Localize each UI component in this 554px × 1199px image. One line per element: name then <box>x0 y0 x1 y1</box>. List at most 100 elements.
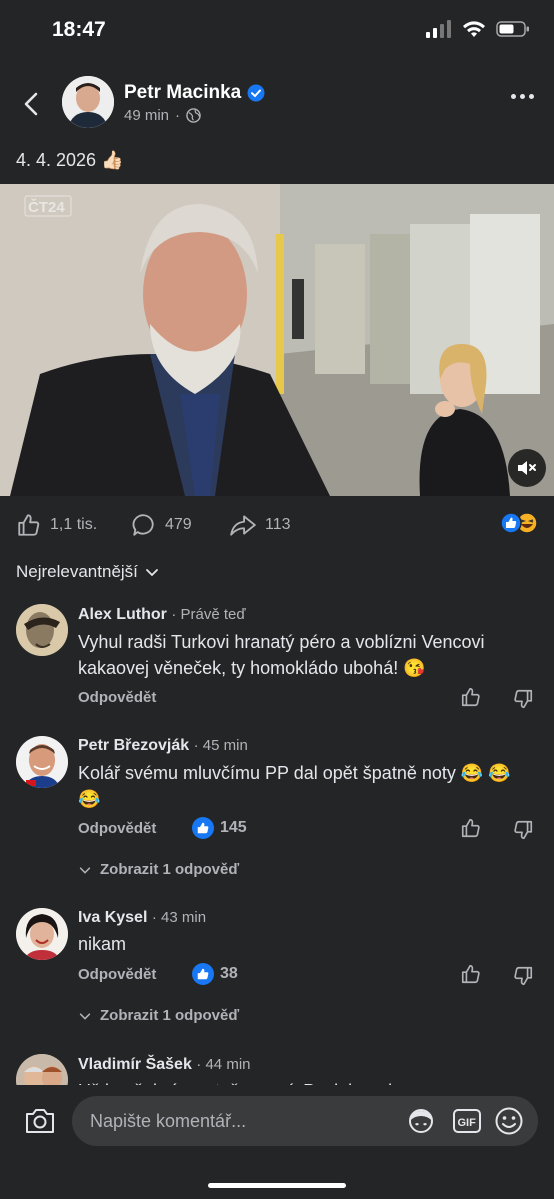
back-button[interactable] <box>18 90 46 118</box>
chevron-left-icon <box>24 92 38 116</box>
commenter-name[interactable]: Vladimír Šašek <box>78 1056 192 1073</box>
wifi-icon <box>463 21 485 37</box>
comment-avatar[interactable] <box>16 908 68 960</box>
commenter-name[interactable]: Iva Kysel <box>78 909 147 926</box>
more-options-button[interactable] <box>511 94 534 99</box>
comment-avatar[interactable] <box>16 736 68 788</box>
comment-like-button[interactable] <box>460 963 482 990</box>
like-button[interactable]: 1,1 tis. <box>16 512 97 538</box>
comment-time-dot: · <box>171 606 181 623</box>
avatar-sticker-button[interactable] <box>406 1107 436 1140</box>
comment-like-count: 38 <box>220 965 238 982</box>
comment-header: Vladimír Šašek · 44 min <box>78 1056 251 1074</box>
comment-text: Kolář svému mluvčímu PP dal opět špatně … <box>78 763 511 809</box>
post-video[interactable]: ČT24 <box>0 184 554 496</box>
author-avatar[interactable] <box>62 76 114 128</box>
thumbs-up-icon <box>18 514 40 536</box>
home-indicator <box>208 1183 346 1188</box>
share-icon <box>230 515 256 536</box>
show-replies-button[interactable]: Zobrazit 1 odpověď <box>78 1007 239 1024</box>
comment-time: 43 min <box>161 909 207 926</box>
reply-button[interactable]: Odpovědět <box>78 820 156 837</box>
post-emoji: 👍🏻 <box>101 150 124 170</box>
comment-like-button[interactable] <box>460 686 482 713</box>
meta-dot: · <box>175 107 181 124</box>
like-count: 1,1 tis. <box>50 516 98 533</box>
more-dot <box>529 94 534 99</box>
comment-text: nikam <box>78 934 127 954</box>
comment-dislike-button[interactable] <box>512 688 534 715</box>
like-reaction-icon <box>500 512 522 534</box>
show-replies-label: Zobrazit 1 odpověď <box>100 1007 240 1024</box>
action-bar: 1,1 tis. 479 113 <box>0 512 554 540</box>
channel-logo: ČT24 <box>28 198 65 216</box>
avatar-sticker-icon <box>409 1109 433 1133</box>
more-dot <box>511 94 516 99</box>
mute-button[interactable] <box>508 449 546 487</box>
comment-text: Vyhul radši Turkovi hranatý péro a voblí… <box>78 632 485 678</box>
thumbs-down-icon <box>514 689 533 709</box>
status-icons <box>426 20 530 38</box>
post-header: Petr Macinka 49 min · <box>0 60 554 144</box>
comment-time: Právě teď <box>180 606 246 623</box>
share-count: 113 <box>265 516 291 533</box>
reply-button[interactable]: Odpovědět <box>78 966 156 983</box>
emoji-button[interactable] <box>494 1106 524 1141</box>
like-reaction-icon <box>192 963 214 985</box>
video-frame: ČT24 <box>0 184 554 496</box>
smiley-icon <box>495 1107 523 1135</box>
status-time: 18:47 <box>52 18 106 41</box>
comment-header: Petr Březovják · 45 min <box>78 737 248 755</box>
comment-header: Iva Kysel · 43 min <box>78 909 206 927</box>
comment-sort-dropdown[interactable]: Nejrelevantnější <box>16 562 160 582</box>
comment-time-dot: · <box>151 909 162 926</box>
like-reaction-icon <box>192 817 214 839</box>
comment-input-placeholder: Napište komentář... <box>90 1111 247 1131</box>
comment-reaction-count[interactable]: 145 <box>192 817 247 839</box>
comment-time-dot: · <box>193 737 203 754</box>
comment-time: 45 min <box>202 737 248 754</box>
speaker-muted-icon <box>518 461 536 475</box>
show-replies-button[interactable]: Zobrazit 1 odpověď <box>78 861 239 878</box>
thumbs-up-icon <box>461 818 480 838</box>
comment-dislike-button[interactable] <box>512 965 534 992</box>
reaction-summary[interactable] <box>500 512 538 534</box>
comment-avatar[interactable] <box>16 604 68 656</box>
gif-button[interactable]: GIF <box>452 1107 482 1140</box>
author-name-row[interactable]: Petr Macinka <box>124 82 265 104</box>
chevron-down-icon <box>79 1012 91 1020</box>
globe-icon <box>186 108 201 123</box>
thumbs-down-icon <box>514 966 533 986</box>
show-replies-label: Zobrazit 1 odpověď <box>100 861 240 878</box>
post-time: 49 min <box>124 107 170 124</box>
author-name[interactable]: Petr Macinka <box>124 82 241 104</box>
share-button[interactable]: 113 <box>229 512 291 538</box>
thumbs-up-icon <box>461 964 480 984</box>
gif-icon: GIF <box>453 1109 481 1133</box>
status-bar: 18:47 <box>0 0 554 60</box>
comment-header: Alex Luthor · Právě teď <box>78 606 246 624</box>
thumbs-up-icon <box>461 687 480 707</box>
comment-like-button[interactable] <box>460 817 482 844</box>
post-text: 4. 4. 2026 👍🏻 <box>16 150 124 171</box>
comment-count: 479 <box>165 516 192 533</box>
commenter-name[interactable]: Petr Březovják <box>78 737 189 754</box>
post-text-content: 4. 4. 2026 <box>16 150 97 170</box>
signal-icon <box>426 20 451 38</box>
comment-dislike-button[interactable] <box>512 819 534 846</box>
more-dot <box>520 94 525 99</box>
camera-button[interactable] <box>24 1106 56 1141</box>
battery-icon <box>496 21 529 37</box>
chevron-down-icon <box>79 866 91 874</box>
comment-button[interactable]: 479 <box>131 512 192 538</box>
verified-icon <box>247 84 265 102</box>
chevron-down-icon <box>146 569 158 577</box>
reply-button[interactable]: Odpovědět <box>78 689 156 706</box>
comment-input[interactable]: Napište komentář... GIF <box>72 1096 538 1146</box>
gif-label: GIF <box>458 1117 477 1129</box>
post-meta: 49 min · <box>124 107 201 124</box>
thumbs-down-icon <box>514 820 533 840</box>
comment-reaction-count[interactable]: 38 <box>192 963 238 985</box>
commenter-name[interactable]: Alex Luthor <box>78 606 167 623</box>
camera-icon <box>26 1109 54 1133</box>
